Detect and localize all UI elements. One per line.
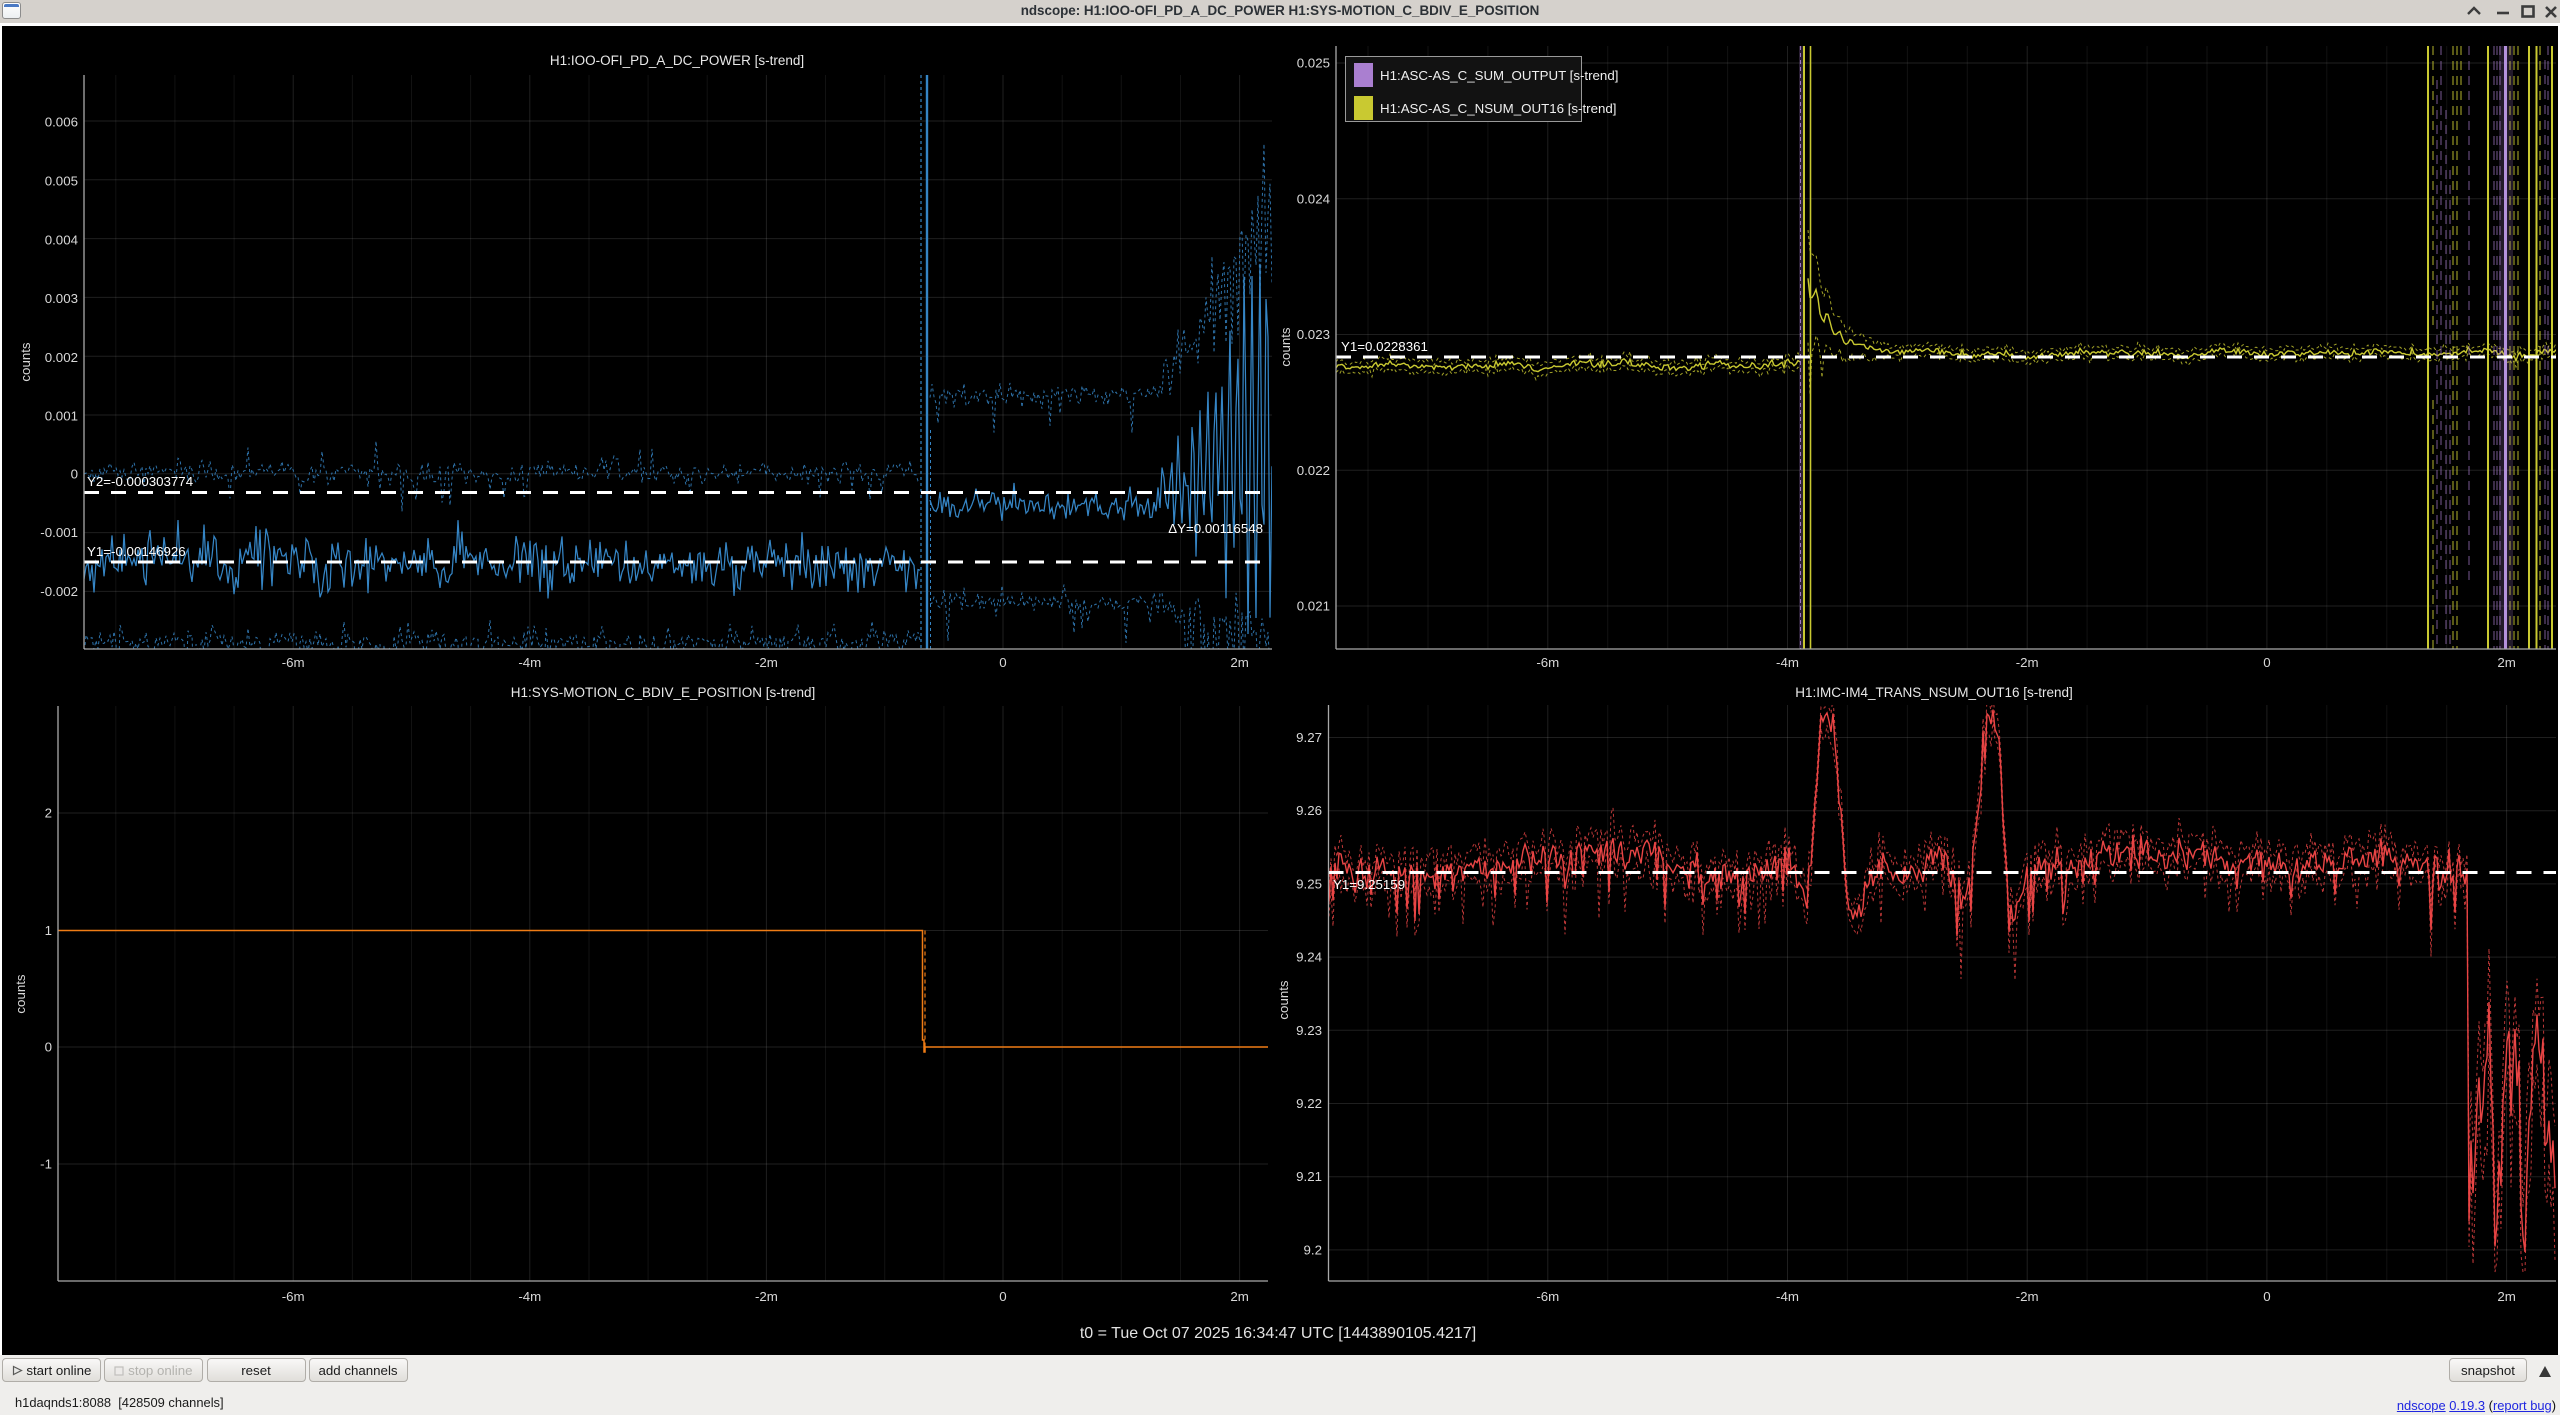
svg-text:9.25: 9.25: [1296, 876, 1322, 891]
svg-text:2m: 2m: [2497, 1289, 2515, 1304]
svg-text:9.27: 9.27: [1296, 730, 1322, 745]
svg-text:2: 2: [45, 806, 52, 821]
svg-text:-4m: -4m: [1776, 1289, 1799, 1304]
svg-text:2m: 2m: [1230, 1289, 1248, 1304]
svg-text:0: 0: [45, 1040, 52, 1055]
svg-text:0.002: 0.002: [45, 350, 78, 365]
svg-text:H1:SYS-MOTION_C_BDIV_E_POSITIO: H1:SYS-MOTION_C_BDIV_E_POSITION [s-trend…: [511, 685, 816, 700]
svg-text:-4m: -4m: [518, 655, 541, 670]
svg-text:H1:IOO-OFI_PD_A_DC_POWER [s-tr: H1:IOO-OFI_PD_A_DC_POWER [s-trend]: [550, 53, 804, 68]
svg-text:-2m: -2m: [755, 1289, 778, 1304]
svg-text:-6m: -6m: [282, 1289, 305, 1304]
svg-text:0: 0: [2263, 1289, 2270, 1304]
svg-text:2m: 2m: [1230, 655, 1248, 670]
svg-text:0.006: 0.006: [45, 115, 78, 130]
svg-text:counts: counts: [1278, 327, 1293, 367]
svg-text:H1:ASC-AS_C_SUM_OUTPUT [s-tren: H1:ASC-AS_C_SUM_OUTPUT [s-trend]: [1380, 68, 1618, 83]
svg-text:-0.001: -0.001: [40, 525, 78, 540]
svg-text:Y1=9.25159: Y1=9.25159: [1333, 877, 1405, 892]
svg-text:0.023: 0.023: [1297, 327, 1330, 342]
svg-text:2m: 2m: [2497, 655, 2515, 670]
svg-text:9.24: 9.24: [1296, 950, 1322, 965]
svg-text:-1: -1: [40, 1157, 52, 1172]
svg-text:-0.002: -0.002: [40, 584, 78, 599]
svg-text:0.021: 0.021: [1297, 599, 1330, 614]
svg-text:0: 0: [999, 1289, 1006, 1304]
svg-text:counts: counts: [13, 974, 28, 1014]
svg-text:counts: counts: [1276, 980, 1291, 1020]
svg-text:-6m: -6m: [282, 655, 305, 670]
svg-text:1: 1: [45, 923, 52, 938]
svg-text:0: 0: [999, 655, 1006, 670]
svg-text:9.21: 9.21: [1296, 1169, 1322, 1184]
svg-text:-4m: -4m: [518, 1289, 541, 1304]
svg-text:9.23: 9.23: [1296, 1023, 1322, 1038]
svg-text:counts: counts: [18, 342, 33, 382]
svg-text:-6m: -6m: [1536, 655, 1559, 670]
svg-text:-2m: -2m: [2016, 655, 2039, 670]
svg-text:-4m: -4m: [1776, 655, 1799, 670]
svg-text:-6m: -6m: [1536, 1289, 1559, 1304]
svg-text:H1:IMC-IM4_TRANS_NSUM_OUT16 [s: H1:IMC-IM4_TRANS_NSUM_OUT16 [s-trend]: [1795, 685, 2073, 700]
svg-text:Y1=0.0228361: Y1=0.0228361: [1341, 339, 1428, 354]
svg-text:Y2=-0.000303774: Y2=-0.000303774: [87, 474, 193, 489]
svg-text:Y1=-0.00146926: Y1=-0.00146926: [87, 544, 186, 559]
svg-text:-2m: -2m: [755, 655, 778, 670]
svg-text:0.003: 0.003: [45, 291, 78, 306]
svg-text:0.025: 0.025: [1297, 56, 1330, 71]
svg-text:ΔY=0.00116548: ΔY=0.00116548: [1168, 521, 1263, 536]
svg-text:9.26: 9.26: [1296, 803, 1322, 818]
svg-text:0.022: 0.022: [1297, 463, 1330, 478]
svg-text:t0 = Tue Oct 07 2025 16:34:47: t0 = Tue Oct 07 2025 16:34:47 UTC [14438…: [1080, 1325, 1476, 1342]
svg-text:9.22: 9.22: [1296, 1096, 1322, 1111]
svg-text:-2m: -2m: [2016, 1289, 2039, 1304]
svg-text:0.001: 0.001: [45, 409, 78, 424]
svg-text:0.024: 0.024: [1297, 191, 1330, 206]
svg-text:9.2: 9.2: [1304, 1242, 1323, 1257]
svg-text:0.005: 0.005: [45, 174, 78, 189]
svg-text:H1:ASC-AS_C_NSUM_OUT16 [s-tren: H1:ASC-AS_C_NSUM_OUT16 [s-trend]: [1380, 101, 1616, 116]
svg-text:0: 0: [2263, 655, 2270, 670]
svg-text:0: 0: [71, 466, 78, 481]
svg-text:0.004: 0.004: [45, 232, 78, 247]
